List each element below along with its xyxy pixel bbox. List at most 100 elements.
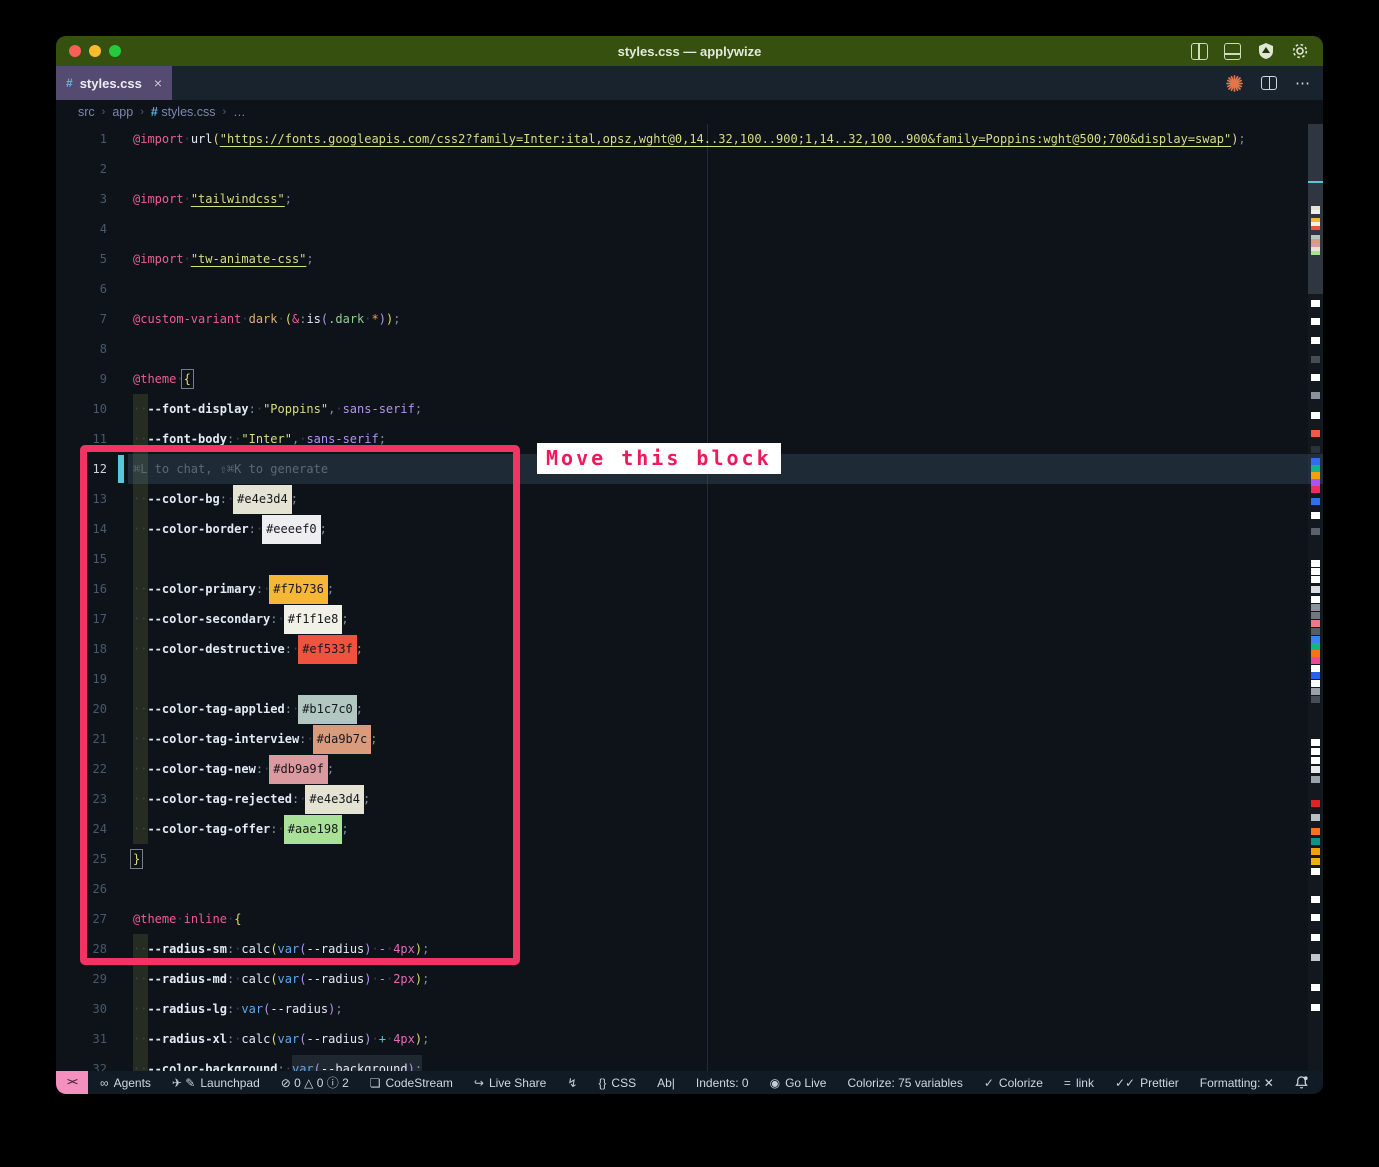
breadcrumb-item[interactable]: app bbox=[112, 105, 133, 119]
panel-layout-icon[interactable] bbox=[1224, 43, 1241, 60]
status-go-live[interactable]: ◉Go Live bbox=[770, 1076, 827, 1090]
status-live-share-label: Live Share bbox=[489, 1076, 546, 1090]
breadcrumb-item[interactable]: src bbox=[78, 105, 95, 119]
more-actions-icon[interactable]: ⋯ bbox=[1295, 74, 1311, 92]
zoom-window-button[interactable] bbox=[109, 45, 121, 57]
code-line[interactable]: 24··--color-tag-offer:·#aae198; bbox=[56, 814, 1323, 844]
code-line[interactable]: 7@custom-variant·dark·(&:is(.dark·*)); bbox=[56, 304, 1323, 334]
code-line[interactable]: 26 bbox=[56, 874, 1323, 904]
code-line[interactable]: 2 bbox=[56, 154, 1323, 184]
code-line[interactable]: 13··--color-bg:·#e4e3d4; bbox=[56, 484, 1323, 514]
status-launchpad-icon: ✈ ✎ bbox=[172, 1076, 195, 1090]
status-colorize-count[interactable]: Colorize: 75 variables bbox=[847, 1076, 962, 1090]
code-line[interactable]: 17··--color-secondary:·#f1f1e8; bbox=[56, 604, 1323, 634]
code-line[interactable]: 18··--color-destructive:·#ef533f; bbox=[56, 634, 1323, 664]
status-agents-label: Agents bbox=[114, 1076, 151, 1090]
code-line[interactable]: 8 bbox=[56, 334, 1323, 364]
status-problems-label: ⊘ 0 △ 0 ⓘ 2 bbox=[281, 1074, 349, 1091]
status-formatting[interactable]: Formatting: ✕ bbox=[1200, 1076, 1274, 1090]
tab-bar: # styles.css × ⋯ bbox=[56, 66, 1323, 100]
code-line[interactable]: 16··--color-primary:·#f7b736; bbox=[56, 574, 1323, 604]
minimap-color-mark bbox=[1311, 620, 1320, 627]
split-columns-icon[interactable] bbox=[1191, 43, 1208, 60]
code-line[interactable]: 1@import·url("https://fonts.googleapis.c… bbox=[56, 124, 1323, 154]
code-line[interactable]: 14··--color-border:·#eeeef0; bbox=[56, 514, 1323, 544]
starburst-icon[interactable] bbox=[1226, 75, 1243, 92]
status-live-share-icon: ↪ bbox=[474, 1076, 484, 1090]
line-number: 25 bbox=[56, 844, 107, 874]
minimap-color-mark bbox=[1311, 688, 1320, 695]
code-line[interactable]: 19 bbox=[56, 664, 1323, 694]
code-line[interactable]: 32··--color-background:·var(--background… bbox=[56, 1054, 1323, 1071]
minimap-color-mark bbox=[1311, 657, 1320, 664]
line-number: 20 bbox=[56, 694, 107, 724]
minimize-window-button[interactable] bbox=[89, 45, 101, 57]
breadcrumb-item[interactable]: # styles.css bbox=[151, 105, 216, 119]
status-problems[interactable]: ⊘ 0 △ 0 ⓘ 2 bbox=[281, 1074, 349, 1091]
line-number: 3 bbox=[56, 184, 107, 214]
minimap-color-mark bbox=[1311, 776, 1320, 783]
code-line-content: ··--color-secondary:·#f1f1e8; bbox=[133, 604, 349, 634]
code-line[interactable]: 20 ··--color-tag-applied:·#b1c7c0; bbox=[56, 694, 1323, 724]
status-codestream[interactable]: ❏CodeStream bbox=[370, 1076, 453, 1090]
status-language-css-icon: {} bbox=[598, 1076, 606, 1090]
tab-close-icon[interactable]: × bbox=[154, 75, 162, 91]
minimap-color-mark bbox=[1311, 650, 1320, 657]
color-swatch: #e4e3d4 bbox=[233, 485, 292, 514]
code-line[interactable]: 28··--radius-sm:·calc(var(--radius)·-·4p… bbox=[56, 934, 1323, 964]
minimap-color-mark bbox=[1311, 643, 1320, 650]
minimap-color-mark bbox=[1311, 479, 1320, 486]
code-line[interactable]: 6 bbox=[56, 274, 1323, 304]
status-language-css[interactable]: {}CSS bbox=[598, 1076, 636, 1090]
window-title: styles.css — applywize bbox=[56, 44, 1323, 59]
status-indents[interactable]: Indents: 0 bbox=[696, 1076, 749, 1090]
tab-styles-css[interactable]: # styles.css × bbox=[56, 66, 172, 100]
status-codestream-label: CodeStream bbox=[386, 1076, 453, 1090]
minimap-color-mark bbox=[1311, 665, 1320, 672]
split-editor-icon[interactable] bbox=[1261, 76, 1277, 90]
code-line[interactable]: 22··--color-tag-new:·#db9a9f; bbox=[56, 754, 1323, 784]
code-line[interactable]: 29··--radius-md:·calc(var(--radius)·-·2p… bbox=[56, 964, 1323, 994]
code-line[interactable]: 21··--color-tag-interview:·#da9b7c; bbox=[56, 724, 1323, 754]
code-line[interactable]: 31··--radius-xl:·calc(var(--radius)·+·4p… bbox=[56, 1024, 1323, 1054]
status-agents[interactable]: ∞ Agents bbox=[100, 1076, 151, 1090]
close-window-button[interactable] bbox=[69, 45, 81, 57]
css-file-icon: # bbox=[151, 105, 161, 119]
code-line[interactable]: 15 bbox=[56, 544, 1323, 574]
minimap-color-mark bbox=[1311, 858, 1320, 865]
status-go-live-label: Go Live bbox=[785, 1076, 826, 1090]
code-line[interactable]: 10··--font-display:·"Poppins",·sans-seri… bbox=[56, 394, 1323, 424]
line-number: 2 bbox=[56, 154, 107, 184]
status-ab-cursor[interactable]: Ab| bbox=[657, 1076, 675, 1090]
minimap-color-mark bbox=[1311, 636, 1320, 643]
settings-gear-icon[interactable] bbox=[1291, 42, 1309, 60]
minimap-color-mark bbox=[1311, 576, 1320, 583]
code-line[interactable]: 3@import·"tailwindcss"; bbox=[56, 184, 1323, 214]
status-link[interactable]: =link bbox=[1064, 1076, 1094, 1090]
code-line[interactable]: 30··--radius-lg:·var(--radius); bbox=[56, 994, 1323, 1024]
code-line[interactable]: 23··--color-tag-rejected:·#e4e3d4; bbox=[56, 784, 1323, 814]
status-live-share[interactable]: ↪ Live Share bbox=[474, 1076, 546, 1090]
code-line[interactable]: 4 bbox=[56, 214, 1323, 244]
code-line[interactable]: 27@theme·inline·{ bbox=[56, 904, 1323, 934]
status-launchpad[interactable]: ✈ ✎Launchpad bbox=[172, 1076, 260, 1090]
code-line-content: ··--color-tag-applied:·#b1c7c0; bbox=[133, 694, 363, 724]
code-line-content: ··--color-destructive:·#ef533f; bbox=[133, 634, 363, 664]
code-line[interactable]: 5@import·"tw-animate-css"; bbox=[56, 244, 1323, 274]
shield-icon[interactable] bbox=[1257, 42, 1275, 60]
code-line-content: ··--radius-sm:·calc(var(--radius)·-·4px)… bbox=[133, 934, 429, 964]
code-line[interactable]: 25} bbox=[56, 844, 1323, 874]
minimap[interactable] bbox=[1308, 124, 1323, 1071]
code-line[interactable]: 9@theme·{ bbox=[56, 364, 1323, 394]
line-number: 16 bbox=[56, 574, 107, 604]
notifications-bell-icon[interactable] bbox=[1294, 1075, 1309, 1090]
color-swatch: #eeeef0 bbox=[262, 515, 321, 544]
minimap-color-mark bbox=[1311, 560, 1320, 567]
status-agents-icon: ∞ bbox=[100, 1076, 109, 1090]
remote-indicator[interactable]: >< bbox=[56, 1071, 88, 1094]
status-lightning[interactable]: ↯ bbox=[567, 1076, 577, 1090]
status-prettier[interactable]: ✓✓Prettier bbox=[1115, 1076, 1179, 1090]
breadcrumb-item[interactable]: … bbox=[233, 105, 246, 119]
code-editor[interactable]: 1@import·url("https://fonts.googleapis.c… bbox=[56, 124, 1323, 1071]
status-colorize[interactable]: ✓Colorize bbox=[984, 1076, 1043, 1090]
